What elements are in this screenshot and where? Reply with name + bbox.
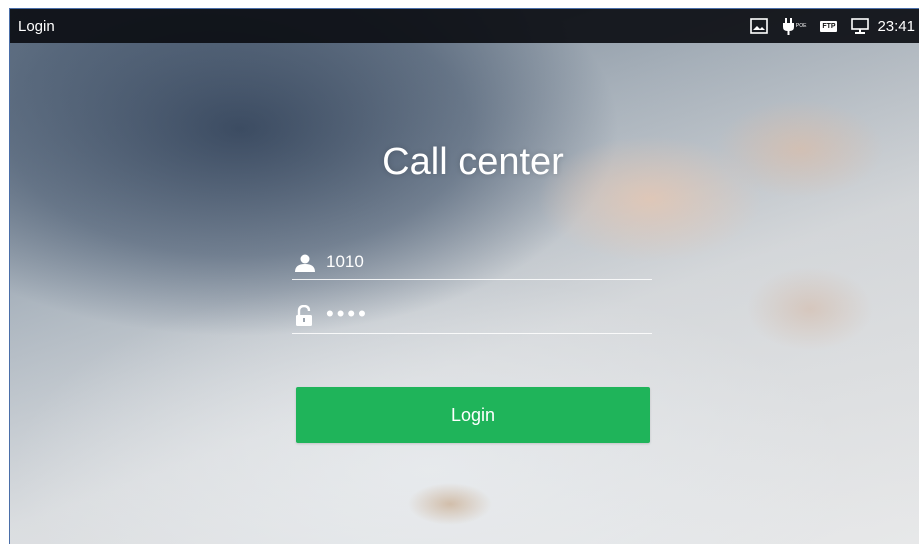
password-input[interactable] <box>326 301 636 327</box>
app-title: Call center <box>382 141 564 183</box>
poe-label: POE <box>795 23 807 29</box>
status-clock: 23:41 <box>877 17 915 35</box>
status-bar-title: Login <box>18 18 55 35</box>
password-field <box>292 299 652 334</box>
status-icons: POE FTP 23:41 <box>750 16 915 36</box>
poe-power-icon: POE <box>782 17 807 35</box>
network-icon <box>851 17 870 35</box>
username-field <box>292 245 652 280</box>
ftp-icon: FTP <box>820 20 838 32</box>
screenshot-icon <box>750 18 768 34</box>
user-icon <box>294 254 316 277</box>
lock-icon <box>294 304 314 332</box>
username-input[interactable] <box>326 249 636 275</box>
login-screen: Login POE FTP 23:41 Call center 1010 Log… <box>9 8 919 544</box>
ftp-label: FTP <box>820 20 838 32</box>
status-bar: Login POE FTP 23:41 <box>10 9 919 43</box>
login-button[interactable]: Login <box>296 387 650 443</box>
